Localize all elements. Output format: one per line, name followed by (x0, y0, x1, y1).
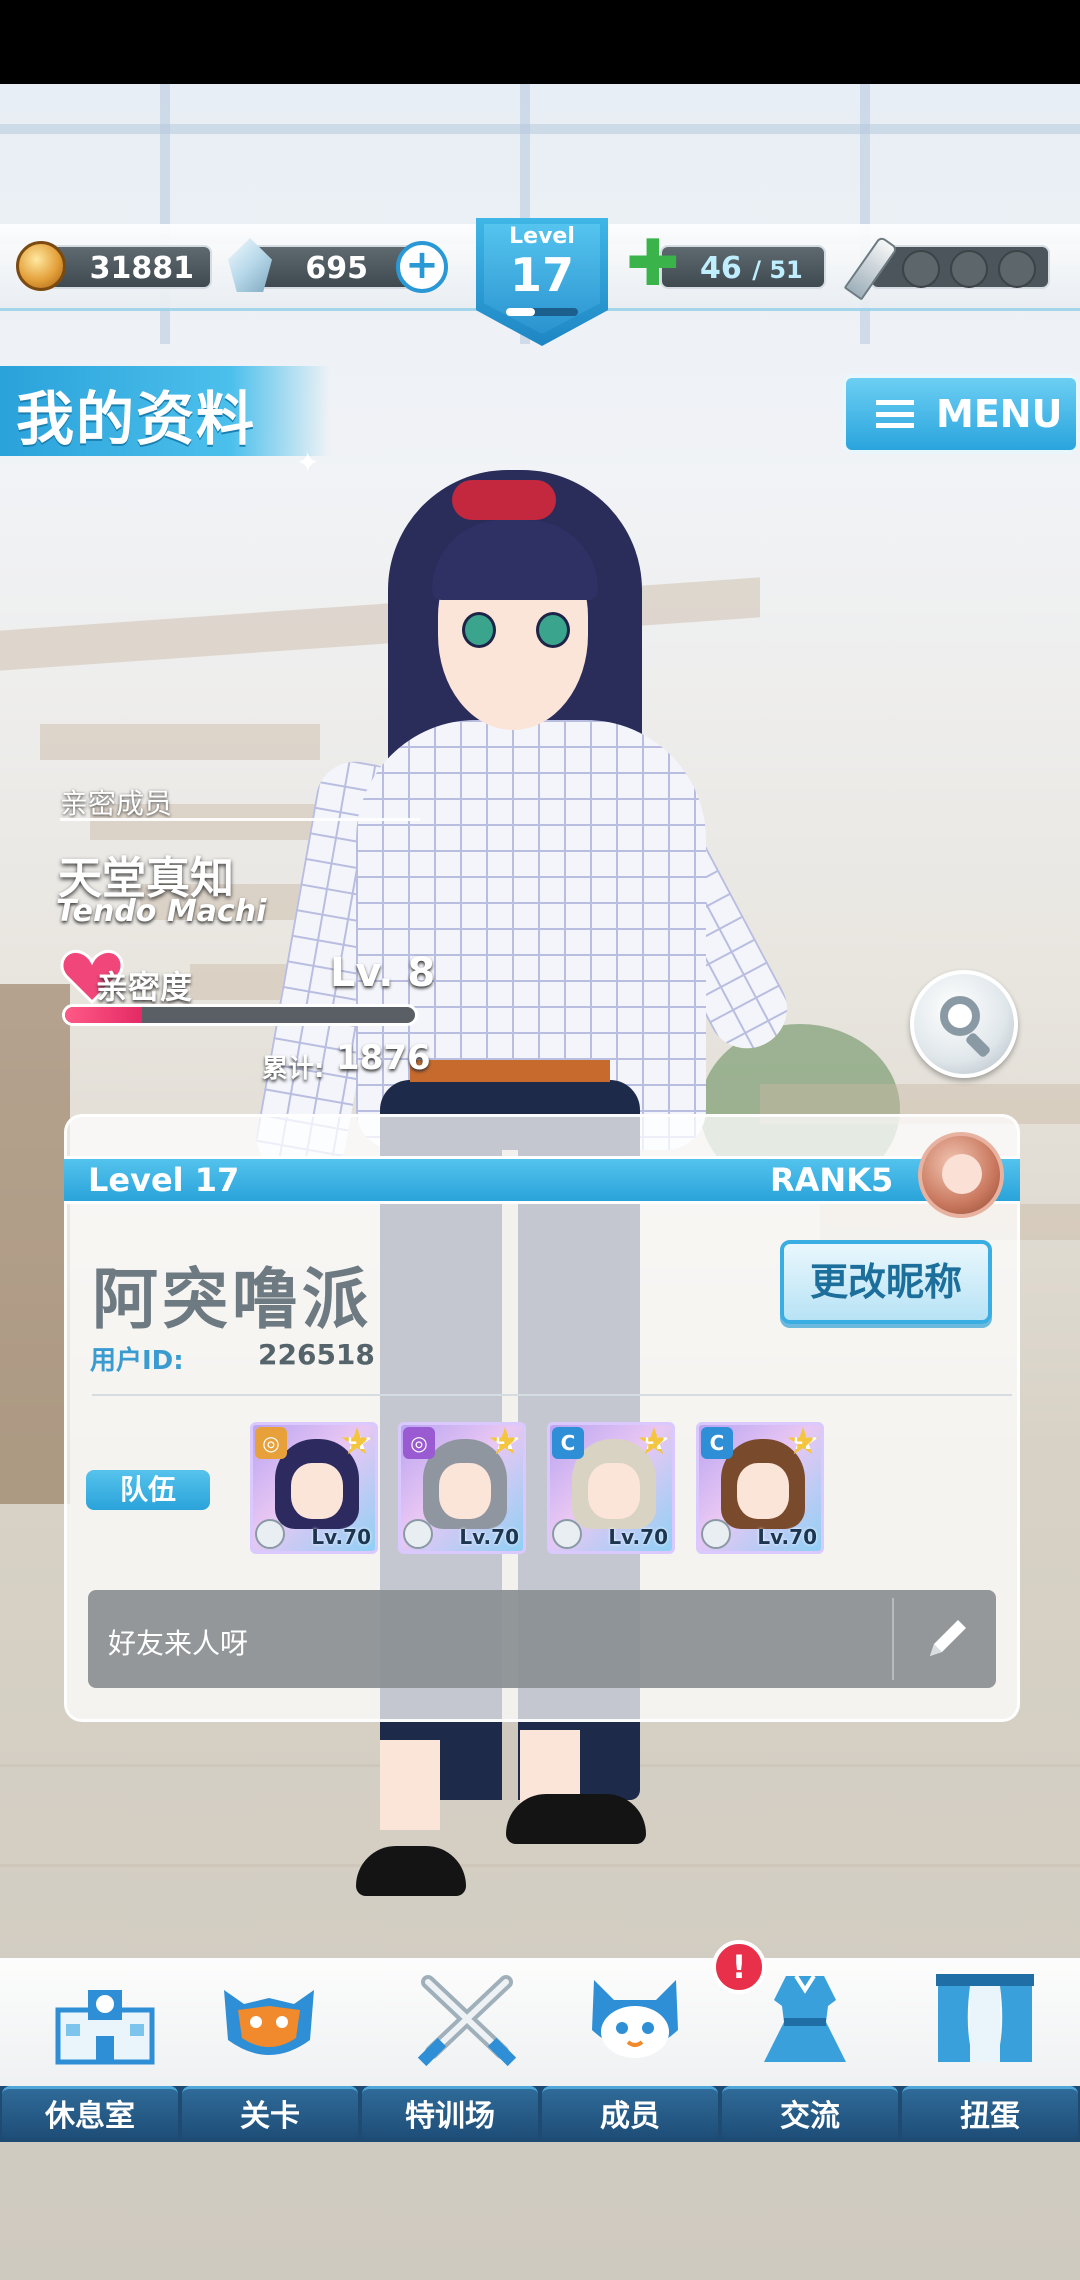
affinity-divider (60, 818, 420, 821)
affinity-member-roman: Tendo Machi (56, 894, 267, 929)
affinity-level: Lv. 8 (330, 950, 436, 996)
notification-badge: ! (712, 1940, 766, 1994)
nav-item-gacha[interactable]: 扭蛋 (900, 1958, 1080, 2142)
team-label: 队伍 (86, 1470, 210, 1510)
menu-button[interactable]: MENU (842, 374, 1080, 454)
member-level: Lv.70 (311, 1525, 371, 1549)
hamburger-icon (876, 400, 914, 428)
school-building-icon (55, 1990, 155, 2065)
ticket-slot (950, 250, 988, 288)
nav-item-stages[interactable]: 关卡 (180, 1958, 358, 2142)
nav-label: 成员 (542, 2086, 718, 2138)
nickname: 阿突噜派 (92, 1261, 372, 1338)
sparkle-icon: ✦ (296, 446, 320, 479)
weapon-icon (255, 1519, 285, 1549)
team-member-card[interactable]: ◎ +2 Lv.70 (398, 1422, 526, 1554)
weapon-icon (701, 1519, 731, 1549)
spiral-icon: ◎ (255, 1427, 287, 1459)
weapon-icon (552, 1519, 582, 1549)
rename-button[interactable]: 更改昵称 (780, 1240, 992, 1324)
card-divider (92, 1394, 1012, 1396)
profile-level: Level 17 (88, 1161, 240, 1199)
affinity-total: 1876 (336, 1038, 431, 1078)
nav-label: 扭蛋 (902, 2086, 1078, 2138)
message-divider (892, 1598, 894, 1680)
c-type-icon: C (701, 1427, 733, 1459)
affinity-total-label: 累计: (262, 1054, 325, 1084)
nav-label: 休息室 (2, 2086, 178, 2138)
affinity-label: 亲密度 (96, 968, 193, 1006)
pvp-tickets (870, 245, 1050, 289)
gear-icon (403, 1519, 433, 1549)
coin-counter: 31881 (46, 245, 212, 289)
profile-message: 好友来人呀 (108, 1627, 249, 1660)
c-type-icon: C (552, 1427, 584, 1459)
user-id-label: 用户ID: (90, 1346, 184, 1376)
menu-label: MENU (936, 392, 1063, 436)
team-member-card[interactable]: C +2 Lv.70 (547, 1422, 675, 1554)
crossed-swords-icon (417, 1975, 517, 2067)
dress-icon (764, 1974, 846, 2062)
nav-item-members[interactable]: 成员 (540, 1958, 718, 2142)
exp-bar (506, 308, 578, 316)
nav-item-training[interactable]: 特训场 (360, 1958, 538, 2142)
character-belt (410, 1060, 610, 1082)
character-ankle (380, 1740, 440, 1830)
rank-badge-icon (918, 1132, 1004, 1218)
coin-icon (16, 241, 66, 291)
character-hair-bow (452, 480, 556, 520)
level-label: Level (509, 224, 575, 249)
add-gems-button[interactable]: + (396, 241, 448, 293)
nav-label: 关卡 (182, 2086, 358, 2138)
affinity-progress-fill (65, 1007, 142, 1023)
stamina-max: / 51 (752, 256, 803, 284)
character-eye (462, 612, 496, 648)
affinity-progress-bar (62, 1004, 418, 1026)
cat-head-icon (592, 1980, 678, 2058)
character-shoe (356, 1846, 466, 1896)
ticket-slot (998, 250, 1036, 288)
level-value: 17 (509, 248, 574, 302)
bottom-nav-items: 休息室 关卡 特训场 成员 交流 扭蛋 (0, 1958, 1080, 2142)
curtain-stage-icon (936, 1974, 1034, 2062)
nav-label: 交流 (722, 2086, 898, 2138)
team-member-card[interactable]: C +2 Lv.70 (696, 1422, 824, 1554)
affinity-section-label: 亲密成员 (60, 787, 173, 820)
zoom-button[interactable] (910, 970, 1018, 1078)
page-title: 我的资料 (16, 385, 257, 453)
member-level: Lv.70 (608, 1525, 668, 1549)
member-level: Lv.70 (459, 1525, 519, 1549)
stamina-current: 46 (700, 251, 742, 286)
character-eye (536, 612, 570, 648)
member-level: Lv.70 (757, 1525, 817, 1549)
gem-counter: 695 (248, 245, 420, 289)
nav-label: 特训场 (362, 2086, 538, 2138)
ticket-slot (902, 250, 940, 288)
character-shoe (506, 1794, 646, 1844)
demon-mask-icon (224, 1990, 314, 2055)
spiral-icon: ◎ (403, 1427, 435, 1459)
pencil-icon[interactable] (920, 1610, 976, 1666)
team-member-card[interactable]: ◎ +2 Lv.70 (250, 1422, 378, 1554)
profile-rank: RANK5 (770, 1161, 894, 1199)
stamina-counter: 46 / 51 (660, 245, 826, 289)
stamina-plus-icon[interactable]: ✚ (626, 232, 680, 296)
magnifier-icon (940, 996, 980, 1036)
nav-item-lounge[interactable]: 休息室 (0, 1958, 178, 2142)
user-id-value: 226518 (258, 1338, 375, 1371)
